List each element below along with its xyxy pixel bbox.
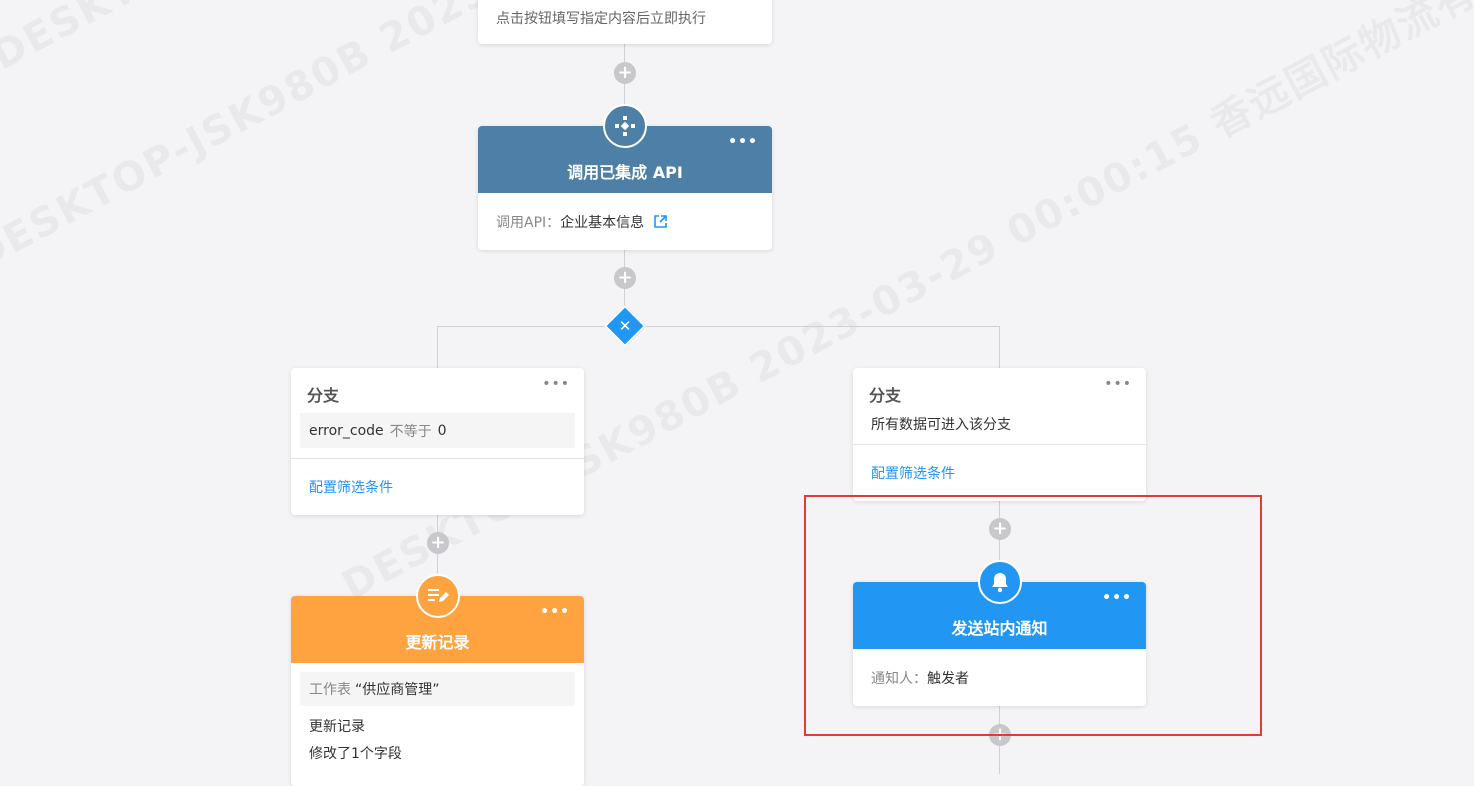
api-field-value: 企业基本信息: [560, 215, 645, 231]
sheet-box: 工作表 “供应商管理”: [300, 672, 575, 706]
branch-card-right[interactable]: 分支 ••• 所有数据可进入该分支 配置筛选条件: [853, 368, 1146, 501]
update-record-card[interactable]: 更新记录 ••• 工作表 “供应商管理” 更新记录 修改了1个字段: [291, 574, 584, 786]
divider: [291, 458, 584, 459]
connector-line: [999, 326, 1000, 368]
sheet-label: 工作表: [309, 682, 351, 698]
branch-description: 所有数据可进入该分支: [871, 417, 1011, 433]
condition-value: 0: [437, 422, 447, 439]
api-field-label: 调用API：: [496, 215, 561, 231]
more-menu-icon[interactable]: •••: [540, 605, 570, 619]
edit-record-icon: [415, 574, 460, 618]
connector-line: [437, 326, 1000, 327]
condition-box: error_code 不等于 0: [300, 413, 575, 448]
update-action: 更新记录: [309, 719, 365, 735]
config-filter-link[interactable]: 配置筛选条件: [871, 463, 955, 483]
sheet-value: “供应商管理”: [355, 682, 440, 698]
more-menu-icon[interactable]: •••: [1104, 377, 1132, 391]
api-node-card[interactable]: 调用已集成 API ••• 调用API：企业基本信息: [478, 104, 772, 250]
update-summary: 修改了1个字段: [309, 746, 402, 762]
branch-card-left[interactable]: 分支 ••• error_code 不等于 0 配置筛选条件: [291, 368, 584, 515]
add-node-button[interactable]: +: [427, 532, 449, 554]
api-field-row: 调用API：企业基本信息: [496, 212, 668, 233]
update-record-title: 更新记录: [405, 632, 470, 652]
branch-icon[interactable]: ✕: [603, 304, 647, 348]
more-menu-icon[interactable]: •••: [728, 135, 758, 149]
condition-field: error_code: [309, 422, 384, 439]
connector-line: [437, 326, 438, 368]
divider: [853, 444, 1146, 445]
trigger-card[interactable]: 点击按钮填写指定内容后立即执行: [478, 0, 772, 44]
trigger-description: 点击按钮填写指定内容后立即执行: [496, 11, 706, 27]
api-hub-icon: [603, 104, 647, 148]
highlight-box: [804, 495, 1262, 736]
workflow-canvas: DESKTOP-JSK980B 2023-03-29 00:00:15 香远国际…: [0, 0, 1474, 786]
external-link-icon[interactable]: [653, 214, 668, 233]
api-node-title: 调用已集成 API: [567, 162, 683, 182]
config-filter-link[interactable]: 配置筛选条件: [309, 477, 393, 497]
branch-title: 分支: [869, 386, 902, 405]
condition-operator: 不等于: [389, 423, 432, 440]
branch-title: 分支: [307, 386, 340, 405]
add-node-button[interactable]: +: [614, 62, 636, 84]
add-node-button[interactable]: +: [614, 267, 636, 289]
more-menu-icon[interactable]: •••: [542, 377, 570, 391]
